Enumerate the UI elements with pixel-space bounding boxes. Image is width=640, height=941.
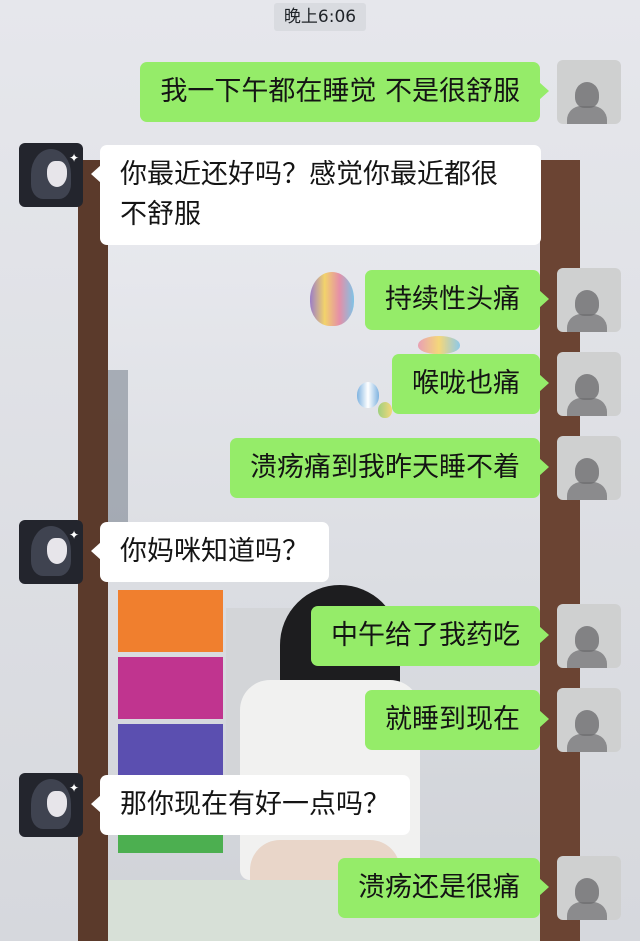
message-bubble-other[interactable]: 那你现在有好一点吗？: [91, 775, 410, 835]
self-avatar-icon[interactable]: [557, 688, 621, 752]
other-avatar-icon[interactable]: ✦: [19, 773, 83, 837]
message-bubble-self[interactable]: 我一下午都在睡觉 不是很舒服: [140, 62, 549, 122]
self-avatar-icon[interactable]: [557, 436, 621, 500]
message-bubble-self[interactable]: 喉咙也痛: [392, 354, 549, 414]
message-bubble-self[interactable]: 持续性头痛: [365, 270, 549, 330]
message-bubble-other[interactable]: 你最近还好吗？感觉你最近都很不舒服: [91, 145, 541, 245]
self-avatar-icon[interactable]: [557, 60, 621, 124]
message-bubble-self[interactable]: 中午给了我药吃: [311, 606, 549, 666]
self-avatar-icon[interactable]: [557, 604, 621, 668]
self-avatar-icon[interactable]: [557, 352, 621, 416]
chat-message-list[interactable]: 晚上6:06 我一下午都在睡觉 不是很舒服 ✦ 你最近还好吗？感觉你最近都很不舒…: [0, 0, 640, 941]
message-bubble-self[interactable]: 就睡到现在: [365, 690, 549, 750]
other-avatar-icon[interactable]: ✦: [19, 143, 83, 207]
message-bubble-other[interactable]: 你妈咪知道吗？: [91, 522, 329, 582]
message-bubble-self[interactable]: 溃疡还是很痛: [338, 858, 549, 918]
self-avatar-icon[interactable]: [557, 268, 621, 332]
self-avatar-icon[interactable]: [557, 856, 621, 920]
message-timestamp: 晚上6:06: [274, 3, 366, 31]
message-bubble-self[interactable]: 溃疡痛到我昨天睡不着: [230, 438, 549, 498]
other-avatar-icon[interactable]: ✦: [19, 520, 83, 584]
